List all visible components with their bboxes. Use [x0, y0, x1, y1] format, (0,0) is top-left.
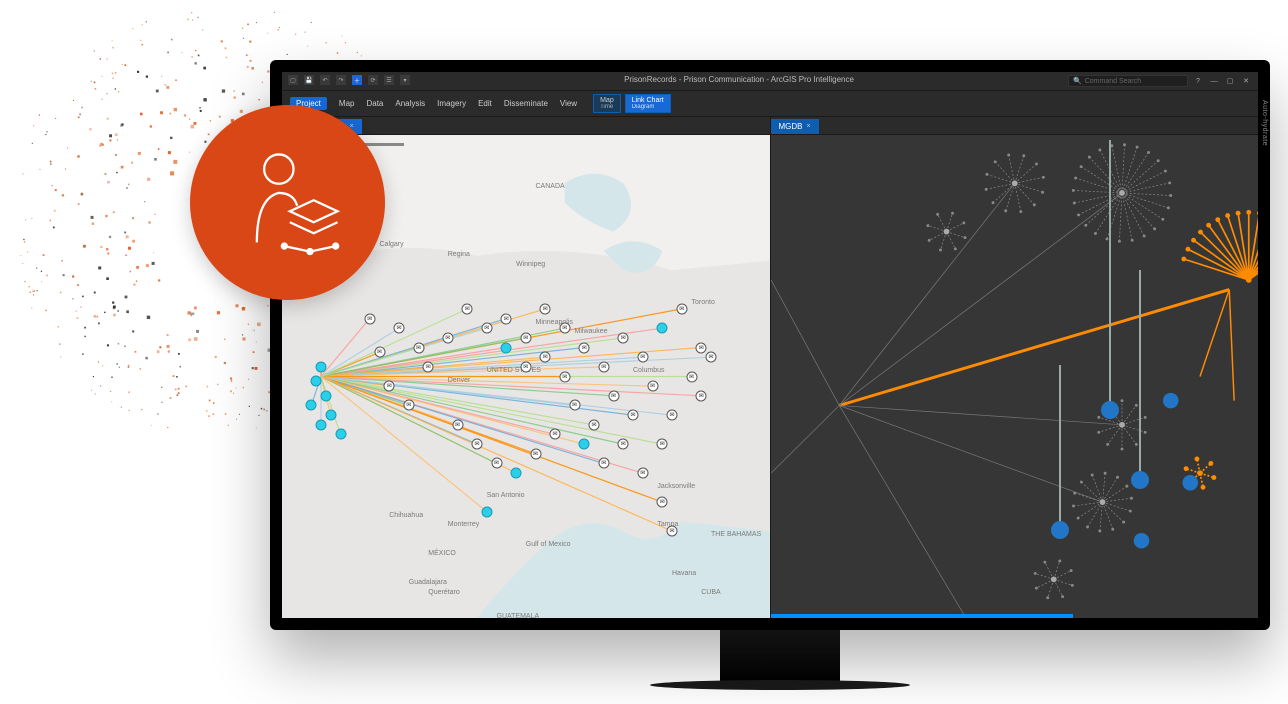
map-node-mail[interactable]	[472, 439, 483, 450]
map-node-mail[interactable]	[637, 468, 648, 479]
map-node-mail[interactable]	[706, 352, 717, 363]
monitor-base	[650, 680, 910, 690]
link-chart-tab[interactable]: MGDB ×	[771, 119, 819, 134]
map-node-mail[interactable]	[403, 400, 414, 411]
monitor-frame: ▢ 💾 ↶ ↷ ＋ ⟳ ☰ ▾ PrisonRecords - Prison C…	[270, 60, 1270, 630]
map-node-highlight[interactable]	[316, 419, 327, 430]
user-data-badge	[190, 105, 385, 300]
map-node-mail[interactable]	[520, 361, 531, 372]
link-chart-tab-label: MGDB	[779, 122, 803, 131]
map-node-highlight[interactable]	[306, 400, 317, 411]
ribbon-tab-edit[interactable]: Edit	[478, 99, 492, 108]
contextual-tab-link-chart[interactable]: Link ChartDiagram	[625, 94, 671, 113]
map-node-mail[interactable]	[550, 429, 561, 440]
map-node-mail[interactable]	[647, 381, 658, 392]
map-node-mail[interactable]	[598, 361, 609, 372]
map-node-mail[interactable]	[589, 419, 600, 430]
map-node-mail[interactable]	[491, 458, 502, 469]
search-icon: 🔍	[1073, 77, 1082, 85]
map-node-mail[interactable]	[696, 390, 707, 401]
map-node-mail[interactable]	[559, 323, 570, 334]
link-chart-pane-tabs: MGDB ×	[771, 117, 1259, 135]
qat-open-icon[interactable]: ▢	[288, 75, 298, 85]
map-node-mail[interactable]	[413, 342, 424, 353]
map-node-mail[interactable]	[657, 439, 668, 450]
map-node-mail[interactable]	[686, 371, 697, 382]
link-chart-view[interactable]	[771, 135, 1259, 618]
app-window: ▢ 💾 ↶ ↷ ＋ ⟳ ☰ ▾ PrisonRecords - Prison C…	[282, 72, 1258, 618]
qat-undo-icon[interactable]: ↶	[320, 75, 330, 85]
map-node-mail[interactable]	[608, 390, 619, 401]
map-node-mail[interactable]	[696, 342, 707, 353]
map-node-mail[interactable]	[667, 526, 678, 537]
map-node-highlight[interactable]	[316, 361, 327, 372]
qat-more-icon[interactable]: ▾	[400, 75, 410, 85]
ribbon-tab-map[interactable]: Map	[339, 99, 355, 108]
map-node-mail[interactable]	[501, 313, 512, 324]
map-node-mail[interactable]	[569, 400, 580, 411]
map-node-mail[interactable]	[657, 497, 668, 508]
map-node-highlight[interactable]	[311, 376, 322, 387]
map-node-mail[interactable]	[618, 332, 629, 343]
map-node-highlight[interactable]	[501, 342, 512, 353]
link-chart-pane: MGDB ×	[771, 117, 1259, 618]
monitor-stand	[720, 628, 840, 684]
map-node-highlight[interactable]	[481, 506, 492, 517]
map-node-highlight[interactable]	[579, 439, 590, 450]
ribbon-tabs: ProjectMapDataAnalysisImageryEditDissemi…	[282, 91, 1258, 117]
ribbon-tab-data[interactable]: Data	[366, 99, 383, 108]
map-node-highlight[interactable]	[657, 323, 668, 334]
close-icon[interactable]: ✕	[1240, 76, 1252, 86]
map-node-mail[interactable]	[676, 303, 687, 314]
progress-bar	[771, 614, 1073, 618]
ribbon-tab-analysis[interactable]: Analysis	[395, 99, 425, 108]
map-node-mail[interactable]	[530, 448, 541, 459]
ribbon-tab-imagery[interactable]: Imagery	[437, 99, 466, 108]
qat-redo-icon[interactable]: ↷	[336, 75, 346, 85]
title-bar: ▢ 💾 ↶ ↷ ＋ ⟳ ☰ ▾ PrisonRecords - Prison C…	[282, 72, 1258, 91]
app-title: PrisonRecords - Prison Communication - A…	[624, 75, 854, 87]
minimize-icon[interactable]: —	[1208, 76, 1220, 86]
map-node-highlight[interactable]	[325, 410, 336, 421]
qat-refresh-icon[interactable]: ⟳	[368, 75, 378, 85]
map-node-mail[interactable]	[442, 332, 453, 343]
map-node-mail[interactable]	[579, 342, 590, 353]
command-search[interactable]: 🔍 Command Search	[1068, 75, 1188, 87]
map-node-highlight[interactable]	[335, 429, 346, 440]
map-node-mail[interactable]	[462, 303, 473, 314]
map-node-highlight[interactable]	[320, 390, 331, 401]
ribbon-tab-disseminate[interactable]: Disseminate	[504, 99, 548, 108]
map-node-mail[interactable]	[364, 313, 375, 324]
qat-add-icon[interactable]: ＋	[352, 75, 362, 85]
map-node-mail[interactable]	[384, 381, 395, 392]
user-layers-icon	[233, 143, 343, 263]
map-node-mail[interactable]	[481, 323, 492, 334]
map-node-highlight[interactable]	[511, 468, 522, 479]
map-node-mail[interactable]	[423, 361, 434, 372]
map-node-mail[interactable]	[618, 439, 629, 450]
qat-save-icon[interactable]: 💾	[304, 75, 314, 85]
map-node-mail[interactable]	[520, 332, 531, 343]
command-search-placeholder: Command Search	[1085, 78, 1141, 85]
content-row: Communication × CANADACalgaryReginaWin	[282, 117, 1258, 618]
map-node-mail[interactable]	[374, 347, 385, 358]
qat-filter-icon[interactable]: ☰	[384, 75, 394, 85]
link-chart-tab-close-icon[interactable]: ×	[807, 123, 811, 130]
contextual-tab-map[interactable]: MapTime	[593, 94, 621, 113]
map-node-mail[interactable]	[540, 352, 551, 363]
map-node-mail[interactable]	[452, 419, 463, 430]
map-node-mail[interactable]	[598, 458, 609, 469]
map-node-mail[interactable]	[540, 303, 551, 314]
ribbon-tab-view[interactable]: View	[560, 99, 577, 108]
map-node-mail[interactable]	[559, 371, 570, 382]
map-node-mail[interactable]	[628, 410, 639, 421]
map-node-mail[interactable]	[394, 323, 405, 334]
help-icon[interactable]: ?	[1192, 76, 1204, 86]
maximize-icon[interactable]: ▢	[1224, 76, 1236, 86]
map-node-mail[interactable]	[667, 410, 678, 421]
map-node-mail[interactable]	[637, 352, 648, 363]
